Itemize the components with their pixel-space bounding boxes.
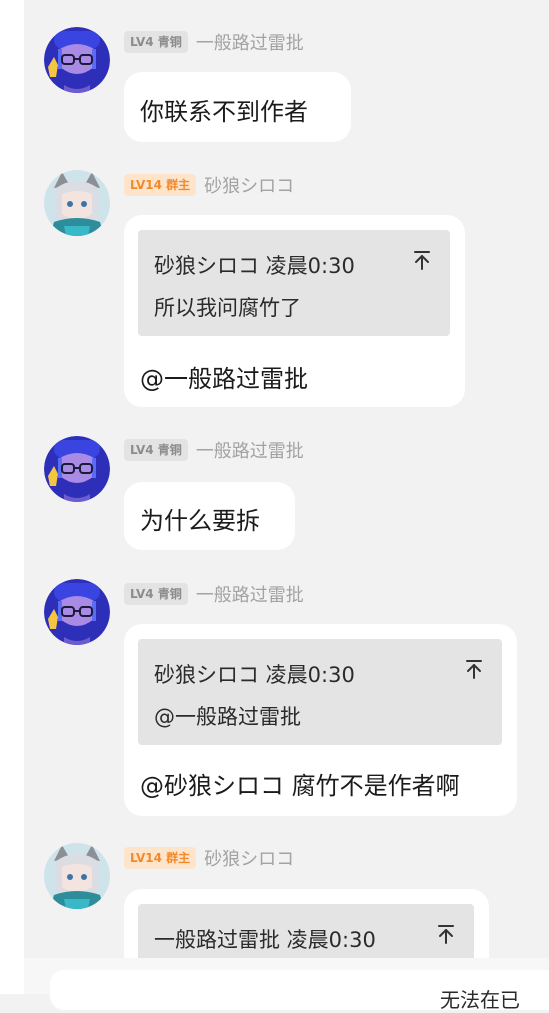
chat-message-list[interactable]: LV4 青铜 一般路过雷批 你联系不到作者 LV14 群主 砂狼シロコ 砂狼シロ… [24,0,549,994]
message-text: @砂狼シロコ 腐竹不是作者啊 [140,772,460,800]
sender-nickname[interactable]: 砂狼シロコ [204,845,294,871]
message-text: 为什么要拆 [140,507,260,535]
blue-hair-glasses-avatar-icon [44,436,110,502]
sender-nickname[interactable]: 一般路过雷批 [196,581,304,607]
sender-nickname[interactable]: 一般路过雷批 [196,29,304,55]
message-text: 你联系不到作者 [140,98,308,126]
quote-author-time: 砂狼シロコ 凌晨0:30 [154,254,355,278]
message-bubble[interactable]: 砂狼シロコ 凌晨0:30 所以我问腐竹了 @一般路过雷批 [124,215,465,407]
blue-hair-glasses-avatar-icon [44,27,110,93]
level-badge: LV14 群主 [124,174,197,196]
message-meta: LV4 青铜 一般路过雷批 [124,30,304,54]
message-bubble[interactable]: 你联系不到作者 [124,72,351,142]
quote-text: 所以我问腐竹了 [154,296,301,320]
avatar[interactable] [44,436,110,502]
message-meta: LV4 青铜 一般路过雷批 [124,438,304,462]
level-badge: LV4 青铜 [124,31,188,53]
message-bubble[interactable]: 砂狼シロコ 凌晨0:30 @一般路过雷批 @砂狼シロコ 腐竹不是作者啊 [124,624,517,816]
blue-hair-glasses-avatar-icon [44,579,110,645]
message-text: @一般路过雷批 [140,365,308,393]
message-meta: LV4 青铜 一般路过雷批 [124,582,304,606]
jump-to-quote-icon[interactable] [462,657,486,681]
avatar[interactable] [44,170,110,236]
avatar[interactable] [44,579,110,645]
quote-author-time: 砂狼シロコ 凌晨0:30 [154,663,355,687]
left-edge-strip [0,0,24,994]
jump-to-quote-icon[interactable] [434,922,458,946]
input-bar-text: 无法在已 [440,988,520,1012]
jump-to-quote-icon[interactable] [410,248,434,272]
white-hair-wolf-ears-avatar-icon [44,843,110,909]
message-meta: LV14 群主 砂狼シロコ [124,173,294,197]
sender-nickname[interactable]: 一般路过雷批 [196,437,304,463]
level-badge: LV4 青铜 [124,583,188,605]
quote-author-time: 一般路过雷批 凌晨0:30 [154,928,376,952]
message-meta: LV14 群主 砂狼シロコ [124,846,294,870]
avatar[interactable] [44,27,110,93]
level-badge: LV4 青铜 [124,439,188,461]
input-bar: 无法在已 [24,958,549,1012]
level-badge: LV14 群主 [124,847,197,869]
avatar[interactable] [44,843,110,909]
message-bubble[interactable]: 为什么要拆 [124,482,295,550]
white-hair-wolf-ears-avatar-icon [44,170,110,236]
quoted-message[interactable]: 砂狼シロコ 凌晨0:30 所以我问腐竹了 [138,230,450,336]
sender-nickname[interactable]: 砂狼シロコ [204,172,294,198]
quoted-message[interactable]: 砂狼シロコ 凌晨0:30 @一般路过雷批 [138,639,502,745]
quote-text: @一般路过雷批 [154,705,301,729]
